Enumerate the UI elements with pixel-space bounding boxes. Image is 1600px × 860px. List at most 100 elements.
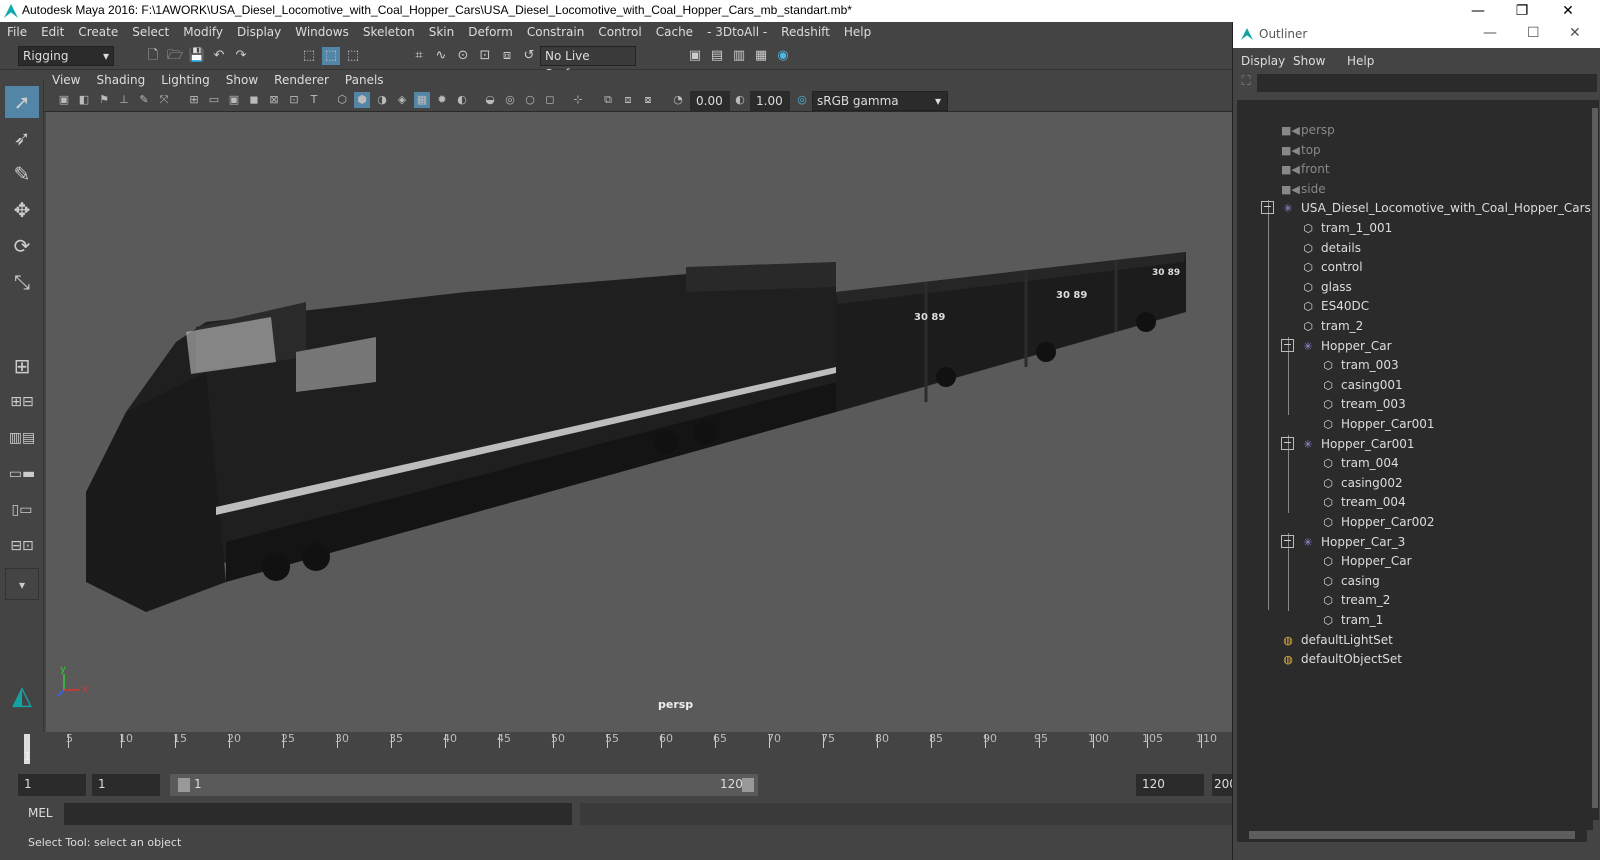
outliner-item[interactable]: ◍ defaultLightSet xyxy=(1281,630,1393,650)
outliner-item[interactable]: ⬡ casing001 xyxy=(1321,375,1402,395)
hypershade-icon[interactable]: ◉ xyxy=(774,47,792,65)
timeline-track[interactable]: 5 10 15 20 25 30 35 40 45 50 55 60 65 70… xyxy=(20,732,1232,766)
field-chart-icon[interactable]: ⊠ xyxy=(266,92,282,108)
outliner-v-scrollbar[interactable] xyxy=(1591,100,1599,820)
ambient-occlusion-icon[interactable]: ◐ xyxy=(454,92,470,108)
outliner-item[interactable]: ◍ defaultObjectSet xyxy=(1281,649,1402,669)
four-view-layout-icon[interactable]: ⊞⊟ xyxy=(5,386,39,418)
panel-menu-show[interactable]: Show xyxy=(218,70,266,90)
perspective-viewport[interactable]: 30 89 30 89 30 89 y x persp xyxy=(46,112,1232,732)
menu-3dtoall[interactable]: - 3DtoAll - xyxy=(700,22,774,42)
close-button[interactable]: ✕ xyxy=(1546,0,1590,22)
menuset-dropdown[interactable]: Rigging ▾ xyxy=(18,46,114,66)
image-plane-icon[interactable]: ⊥ xyxy=(116,92,132,108)
outliner-menu-show[interactable]: Show xyxy=(1293,54,1325,68)
expand-toggle[interactable]: − xyxy=(1281,338,1294,352)
menu-redshift[interactable]: Redshift xyxy=(774,22,837,42)
outliner-item[interactable]: ⬡ ES40DC xyxy=(1301,296,1369,316)
outliner-item[interactable]: ⬡ details xyxy=(1301,238,1361,258)
xray-joints-icon[interactable]: ⧉ xyxy=(600,92,616,108)
outliner-item[interactable]: ✳ USA_Diesel_Locomotive_with_Coal_Hopper_… xyxy=(1281,198,1593,218)
2d-pan-zoom-icon[interactable]: ⤧ xyxy=(156,92,172,108)
outliner-item[interactable]: ⬡ glass xyxy=(1301,277,1352,297)
select-component-icon[interactable]: ⬚ xyxy=(344,47,362,65)
outliner-item[interactable]: ⬡ Hopper_Car xyxy=(1321,551,1411,571)
grid-toggle-icon[interactable]: ⊞ xyxy=(186,92,202,108)
close-button[interactable]: ✕ xyxy=(1569,25,1581,41)
h-scrollbar-thumb[interactable] xyxy=(1249,831,1575,839)
range-end-handle[interactable] xyxy=(742,778,754,792)
isolate-select-icon[interactable]: ⊹ xyxy=(570,92,586,108)
resolution-gate-icon[interactable]: ▣ xyxy=(226,92,242,108)
end-time-field[interactable]: 200 xyxy=(1212,774,1232,796)
panel-menu-lighting[interactable]: Lighting xyxy=(153,70,218,90)
expand-toggle[interactable]: − xyxy=(1261,201,1274,215)
snap-surface-icon[interactable]: ⧈ xyxy=(498,47,516,65)
outliner-item[interactable]: ⬡ tram_2 xyxy=(1301,316,1363,336)
select-object-icon[interactable]: ⬚ xyxy=(322,47,340,65)
minimize-button[interactable]: — xyxy=(1483,25,1497,41)
save-scene-icon[interactable]: 💾 xyxy=(188,47,206,65)
mel-label[interactable]: MEL xyxy=(28,806,53,820)
snap-point-icon[interactable]: ⊙ xyxy=(454,47,472,65)
outliner-item[interactable]: ⬡ tream_004 xyxy=(1321,492,1406,512)
menu-cache[interactable]: Cache xyxy=(649,22,700,42)
menu-windows[interactable]: Windows xyxy=(288,22,356,42)
outliner-item[interactable]: ⬡ tram_1_001 xyxy=(1301,218,1392,238)
menu-help[interactable]: Help xyxy=(837,22,878,42)
smooth-shade-icon[interactable]: ⬢ xyxy=(354,92,370,108)
single-view-layout-icon[interactable]: ⊞ xyxy=(5,350,39,382)
move-tool-icon[interactable]: ✥ xyxy=(5,194,39,226)
shadows-icon[interactable]: ◈ xyxy=(394,92,410,108)
exposure-field[interactable]: 0.00 xyxy=(690,91,730,111)
menu-create[interactable]: Create xyxy=(71,22,125,42)
gate-mask-icon[interactable]: ◼ xyxy=(246,92,262,108)
v-scrollbar-thumb[interactable] xyxy=(1592,108,1598,808)
outliner-item[interactable]: ⬡ control xyxy=(1301,257,1362,277)
outliner-item[interactable]: ⬡ tram_003 xyxy=(1321,355,1398,375)
outliner-tree[interactable]: ■◀persp ■◀top ■◀front ■◀side − ✳ USA_Diesel_Lo… xyxy=(1237,100,1593,830)
start-time-field[interactable]: 1 xyxy=(18,774,86,796)
use-all-lights-icon[interactable]: ✹ xyxy=(434,92,450,108)
color-management-icon[interactable]: ◎ xyxy=(794,92,810,108)
outliner-item[interactable]: ⬡ tream_2 xyxy=(1321,590,1390,610)
minimize-button[interactable]: — xyxy=(1456,0,1500,22)
menu-skin[interactable]: Skin xyxy=(422,22,462,42)
backface-icon[interactable]: ⧇ xyxy=(640,92,656,108)
menu-deform[interactable]: Deform xyxy=(461,22,520,42)
anim-start-field[interactable]: 1 xyxy=(92,774,160,796)
outliner-item[interactable]: ⬡ casing xyxy=(1321,571,1380,591)
outliner-menu-help[interactable]: Help xyxy=(1347,54,1374,68)
rotate-tool-icon[interactable]: ⟳ xyxy=(5,230,39,262)
gamma-icon[interactable]: ◐ xyxy=(732,92,748,108)
colorspace-dropdown[interactable]: sRGB gamma ▾ xyxy=(812,91,948,111)
render-frame-icon[interactable]: ▤ xyxy=(708,47,726,65)
persp-outliner-layout-icon[interactable]: ▯▭ xyxy=(5,494,39,526)
anti-aliasing-icon[interactable]: ◎ xyxy=(502,92,518,108)
outliner-h-scrollbar[interactable] xyxy=(1237,828,1587,842)
maximize-button[interactable]: ☐ xyxy=(1527,25,1540,41)
safe-title-icon[interactable]: T xyxy=(306,92,322,108)
snap-view-icon[interactable]: ⊡ xyxy=(476,47,494,65)
motion-blur-icon[interactable]: ◒ xyxy=(482,92,498,108)
paint-select-icon[interactable]: ✎ xyxy=(5,158,39,190)
outliner-search-input[interactable] xyxy=(1257,74,1597,92)
outliner-item[interactable]: ⬡ tram_1 xyxy=(1321,610,1383,630)
snap-curve-icon[interactable]: ∿ xyxy=(432,47,450,65)
outliner-item[interactable]: ⬡ tram_004 xyxy=(1321,453,1398,473)
outliner-item[interactable]: ⬡ tream_003 xyxy=(1321,394,1406,414)
outliner-item[interactable]: ✳ Hopper_Car_3 xyxy=(1301,532,1405,552)
expand-toggle[interactable]: − xyxy=(1281,534,1294,548)
outliner-item[interactable]: ■◀top xyxy=(1281,140,1321,160)
layout-options-icon[interactable]: ▾ xyxy=(5,568,39,600)
open-scene-icon[interactable]: 🗁 xyxy=(166,47,184,65)
expand-toggle[interactable]: − xyxy=(1281,436,1294,450)
range-start-handle[interactable] xyxy=(178,778,190,792)
scale-tool-icon[interactable]: ⤡ xyxy=(5,266,39,298)
outliner-item[interactable]: ⬡ Hopper_Car001 xyxy=(1321,414,1434,434)
select-hierarchy-icon[interactable]: ⬚ xyxy=(300,47,318,65)
command-input[interactable] xyxy=(64,803,572,825)
select-camera-icon[interactable]: ▣ xyxy=(56,92,72,108)
menu-constrain[interactable]: Constrain xyxy=(520,22,592,42)
exposure-icon[interactable]: ◔ xyxy=(670,92,686,108)
